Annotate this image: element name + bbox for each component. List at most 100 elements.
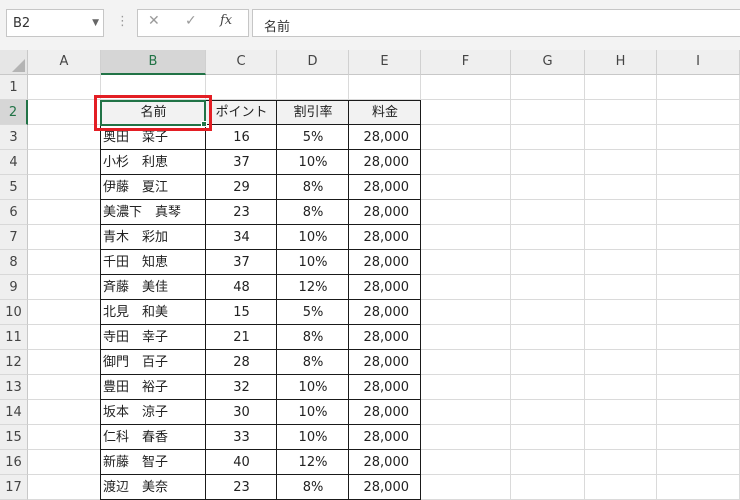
points-cell[interactable]: 48 — [206, 275, 277, 300]
discount-cell[interactable]: 8% — [277, 200, 349, 225]
table-header-cell[interactable]: ポイント — [206, 100, 277, 125]
discount-cell[interactable]: 12% — [277, 450, 349, 475]
row-header-11[interactable]: 11 — [0, 325, 28, 350]
fee-cell[interactable]: 28,000 — [349, 475, 421, 500]
row-header-12[interactable]: 12 — [0, 350, 28, 375]
discount-cell[interactable]: 5% — [277, 125, 349, 150]
discount-cell[interactable]: 10% — [277, 425, 349, 450]
name-cell[interactable]: 寺田 幸子 — [101, 325, 206, 350]
discount-cell[interactable]: 8% — [277, 325, 349, 350]
points-cell[interactable]: 32 — [206, 375, 277, 400]
fee-cell[interactable]: 28,000 — [349, 375, 421, 400]
points-cell[interactable]: 33 — [206, 425, 277, 450]
insert-function-icon[interactable]: fx — [220, 13, 232, 28]
select-all-button[interactable] — [0, 50, 28, 75]
column-header-f[interactable]: F — [421, 50, 511, 75]
row-header-17[interactable]: 17 — [0, 475, 28, 500]
row-header-16[interactable]: 16 — [0, 450, 28, 475]
name-cell[interactable]: 仁科 春香 — [101, 425, 206, 450]
fee-cell[interactable]: 28,000 — [349, 200, 421, 225]
fee-cell[interactable]: 28,000 — [349, 400, 421, 425]
name-cell[interactable]: 青木 彩加 — [101, 225, 206, 250]
points-cell[interactable]: 34 — [206, 225, 277, 250]
row-header-7[interactable]: 7 — [0, 225, 28, 250]
name-cell[interactable]: 北見 和美 — [101, 300, 206, 325]
column-header-e[interactable]: E — [349, 50, 421, 75]
name-box[interactable]: B2 ▼ — [6, 9, 104, 37]
points-cell[interactable]: 37 — [206, 150, 277, 175]
points-cell[interactable]: 30 — [206, 400, 277, 425]
table-header-cell[interactable]: 名前 — [101, 100, 206, 125]
name-cell[interactable]: 御門 百子 — [101, 350, 206, 375]
formula-input[interactable]: 名前 — [252, 9, 740, 37]
discount-cell[interactable]: 10% — [277, 150, 349, 175]
enter-icon[interactable]: ✓ — [185, 13, 197, 29]
fee-cell[interactable]: 28,000 — [349, 425, 421, 450]
fee-cell[interactable]: 28,000 — [349, 450, 421, 475]
name-cell[interactable]: 渡辺 美奈 — [101, 475, 206, 500]
name-cell[interactable]: 奥田 菜子 — [101, 125, 206, 150]
name-cell[interactable]: 伊藤 夏江 — [101, 175, 206, 200]
row-header-15[interactable]: 15 — [0, 425, 28, 450]
points-cell[interactable]: 21 — [206, 325, 277, 350]
fill-handle[interactable] — [201, 121, 207, 127]
name-cell[interactable]: 豊田 裕子 — [101, 375, 206, 400]
discount-cell[interactable]: 5% — [277, 300, 349, 325]
fee-cell[interactable]: 28,000 — [349, 325, 421, 350]
discount-cell[interactable]: 10% — [277, 225, 349, 250]
table-header-cell[interactable]: 料金 — [349, 100, 421, 125]
row-header-14[interactable]: 14 — [0, 400, 28, 425]
table-border — [100, 224, 421, 225]
chevron-down-icon[interactable]: ▼ — [92, 18, 99, 28]
row-header-9[interactable]: 9 — [0, 275, 28, 300]
points-cell[interactable]: 15 — [206, 300, 277, 325]
row-header-3[interactable]: 3 — [0, 125, 28, 150]
fee-cell[interactable]: 28,000 — [349, 225, 421, 250]
fee-cell[interactable]: 28,000 — [349, 300, 421, 325]
discount-cell[interactable]: 8% — [277, 175, 349, 200]
name-cell[interactable]: 小杉 利恵 — [101, 150, 206, 175]
name-cell[interactable]: 美濃下 真琴 — [101, 200, 206, 225]
discount-cell[interactable]: 10% — [277, 250, 349, 275]
points-cell[interactable]: 29 — [206, 175, 277, 200]
column-header-d[interactable]: D — [277, 50, 349, 75]
row-header-8[interactable]: 8 — [0, 250, 28, 275]
fee-cell[interactable]: 28,000 — [349, 275, 421, 300]
discount-cell[interactable]: 8% — [277, 475, 349, 500]
row-header-1[interactable]: 1 — [0, 75, 28, 100]
column-header-b[interactable]: B — [101, 50, 206, 75]
name-cell[interactable]: 坂本 涼子 — [101, 400, 206, 425]
points-cell[interactable]: 16 — [206, 125, 277, 150]
fee-cell[interactable]: 28,000 — [349, 175, 421, 200]
discount-cell[interactable]: 8% — [277, 350, 349, 375]
cancel-icon[interactable]: ✕ — [148, 13, 160, 29]
fee-cell[interactable]: 28,000 — [349, 150, 421, 175]
column-header-a[interactable]: A — [28, 50, 101, 75]
discount-cell[interactable]: 10% — [277, 375, 349, 400]
row-header-5[interactable]: 5 — [0, 175, 28, 200]
column-header-c[interactable]: C — [206, 50, 277, 75]
column-header-g[interactable]: G — [511, 50, 585, 75]
discount-cell[interactable]: 12% — [277, 275, 349, 300]
fee-cell[interactable]: 28,000 — [349, 125, 421, 150]
fee-cell[interactable]: 28,000 — [349, 250, 421, 275]
column-header-i[interactable]: I — [657, 50, 740, 75]
name-cell[interactable]: 新藤 智子 — [101, 450, 206, 475]
points-cell[interactable]: 28 — [206, 350, 277, 375]
more-options-icon[interactable]: ⋮ — [116, 14, 129, 29]
points-cell[interactable]: 23 — [206, 475, 277, 500]
fee-cell[interactable]: 28,000 — [349, 350, 421, 375]
row-header-4[interactable]: 4 — [0, 150, 28, 175]
points-cell[interactable]: 23 — [206, 200, 277, 225]
row-header-10[interactable]: 10 — [0, 300, 28, 325]
points-cell[interactable]: 37 — [206, 250, 277, 275]
name-cell[interactable]: 斉藤 美佳 — [101, 275, 206, 300]
points-cell[interactable]: 40 — [206, 450, 277, 475]
column-header-h[interactable]: H — [585, 50, 657, 75]
discount-cell[interactable]: 10% — [277, 400, 349, 425]
row-header-6[interactable]: 6 — [0, 200, 28, 225]
row-header-2[interactable]: 2 — [0, 100, 28, 125]
table-header-cell[interactable]: 割引率 — [277, 100, 349, 125]
row-header-13[interactable]: 13 — [0, 375, 28, 400]
name-cell[interactable]: 千田 知恵 — [101, 250, 206, 275]
